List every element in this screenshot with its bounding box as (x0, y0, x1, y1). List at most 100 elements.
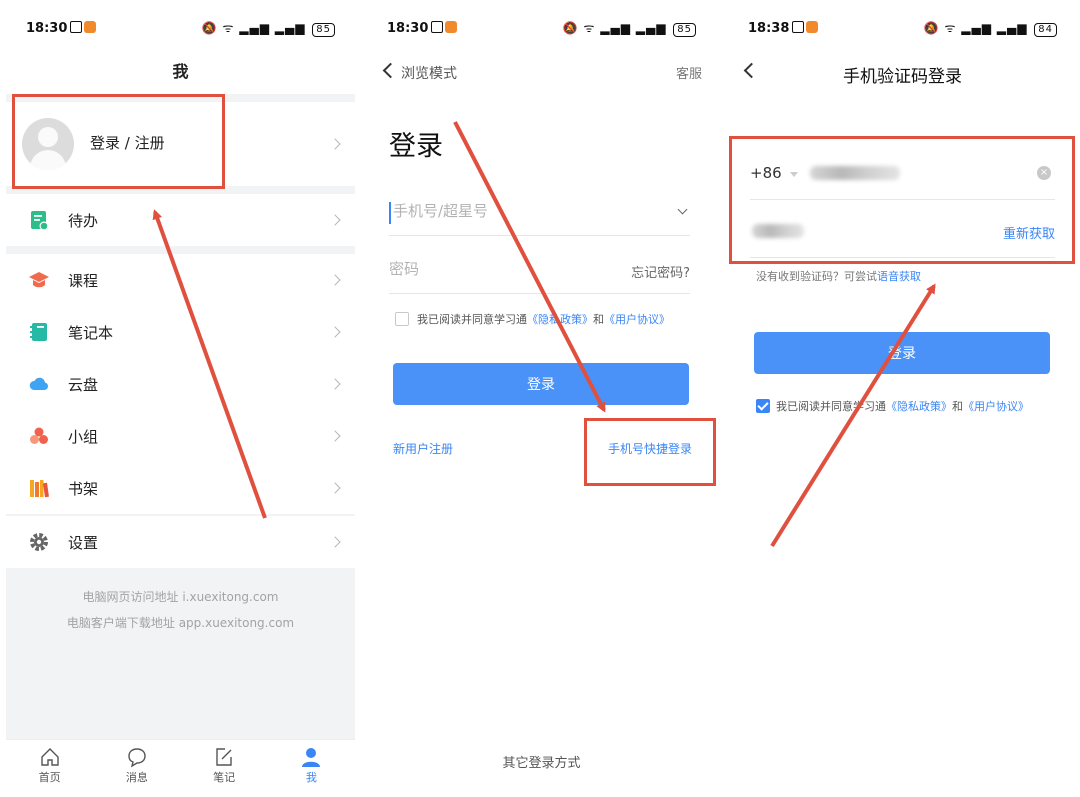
and-text: 和 (952, 400, 963, 413)
menu-label: 云盘 (68, 375, 99, 394)
menu-item-settings[interactable]: 设置 (6, 516, 355, 568)
status-icons: 🔕 ᯤ ▂▄▆ ▂▄▆ 85 (202, 19, 335, 37)
chevron-right-icon (329, 138, 341, 150)
status-bar: 18:30 🔕 ᯤ ▂▄▆ ▂▄▆ 85 (367, 6, 716, 50)
notebook-icon (30, 323, 47, 341)
phone-input[interactable] (393, 202, 613, 220)
voice-code-link[interactable]: 语音获取 (877, 270, 921, 283)
chevron-down-icon[interactable] (677, 204, 688, 215)
menu-item-notebook[interactable]: 笔记本 (6, 306, 355, 358)
other-login-methods[interactable]: 其它登录方式 (367, 752, 716, 771)
battery-icon: 85 (312, 23, 335, 37)
back-arrow-icon[interactable] (382, 62, 399, 79)
agreement-row: 我已阅读并同意学习通 《隐私政策》 和 《用户协议》 (395, 311, 670, 327)
browse-mode-link[interactable]: 浏览模式 (401, 63, 457, 83)
agreement-text: 我已阅读并同意学习通 (417, 313, 527, 326)
message-icon (128, 748, 146, 768)
cloud-icon (29, 377, 48, 390)
home-icon (40, 748, 59, 766)
todo-icon (31, 211, 49, 231)
password-login-screen: 18:30 🔕 ᯤ ▂▄▆ ▂▄▆ 85 浏览模式 客服 登录 忘记密码? 我已… (367, 6, 716, 791)
profile-icon (302, 748, 321, 767)
tab-messages[interactable]: 消息 (93, 740, 180, 791)
highlight-login-register (12, 94, 225, 189)
web-address-text: 电脑网页访问地址 i.xuexitong.com (82, 590, 279, 604)
menu-label: 笔记本 (68, 323, 114, 342)
notification-app-icon (84, 20, 97, 33)
chevron-right-icon (329, 536, 341, 548)
tab-notes[interactable]: 笔记 (181, 740, 268, 791)
graduation-cap-icon (29, 272, 49, 288)
chevron-right-icon (329, 378, 341, 390)
tab-home[interactable]: 首页 (6, 740, 93, 791)
user-agreement-link[interactable]: 《用户协议》 (604, 311, 670, 327)
login-button[interactable]: 登录 (393, 363, 689, 405)
menu-item-group[interactable]: 小组 (6, 410, 355, 462)
agreement-checkbox[interactable] (395, 312, 409, 326)
menu-group-todo: 待办 (6, 194, 355, 246)
sms-login-screen: 18:38 🔕 ᯤ ▂▄▆ ▂▄▆ 84 手机验证码登录 +86 × 重新获取 … (728, 6, 1077, 791)
tab-label: 我 (305, 771, 317, 784)
nav-bar: 手机验证码登录 (728, 50, 1077, 94)
n-app-icon (792, 20, 805, 33)
agreement-checkbox-checked[interactable] (756, 399, 770, 413)
phone-field (389, 192, 690, 236)
battery-icon: 84 (1034, 23, 1057, 37)
hint-text: 没有收到验证码？可尝试 (756, 270, 877, 283)
notification-app-icon (445, 20, 458, 33)
menu-item-cloud[interactable]: 云盘 (6, 358, 355, 410)
agreement-row: 我已阅读并同意学习通 《隐私政策》 和 《用户协议》 (756, 398, 1029, 414)
text-cursor (389, 202, 391, 224)
status-bar: 18:38 🔕 ᯤ ▂▄▆ ▂▄▆ 84 (728, 6, 1077, 50)
menu-group-main: 课程 笔记本 云盘 小组 书架 (6, 254, 355, 514)
n-app-icon (70, 20, 83, 33)
agreement-text: 我已阅读并同意学习通 (776, 400, 886, 413)
status-time: 18:30 (26, 20, 68, 36)
menu-item-bookshelf[interactable]: 书架 (6, 462, 355, 514)
password-input[interactable] (389, 260, 609, 278)
highlight-quick-login (584, 418, 716, 486)
menu-group-settings: 设置 (6, 516, 355, 568)
menu-label: 课程 (68, 271, 99, 290)
customer-service-link[interactable]: 客服 (676, 63, 702, 82)
login-button[interactable]: 登录 (754, 332, 1050, 374)
footer-links: 电脑网页访问地址 i.xuexitong.com 电脑客户端下载地址 app.x… (6, 584, 355, 636)
status-icons: 🔕 ᯤ ▂▄▆ ▂▄▆ 84 (924, 19, 1057, 37)
chevron-right-icon (329, 482, 341, 494)
client-download-text: 电脑客户端下载地址 app.xuexitong.com (66, 616, 295, 630)
tab-label: 首页 (38, 771, 61, 784)
chevron-right-icon (329, 214, 341, 226)
menu-item-course[interactable]: 课程 (6, 254, 355, 306)
battery-icon: 85 (673, 23, 696, 37)
chevron-right-icon (329, 274, 341, 286)
password-field: 忘记密码? (389, 250, 690, 294)
notification-app-icon (806, 20, 819, 33)
privacy-policy-link[interactable]: 《隐私政策》 (886, 398, 952, 414)
highlight-phone-code-fields (729, 136, 1075, 264)
tab-label: 消息 (125, 771, 148, 784)
menu-label: 待办 (68, 211, 99, 230)
bookshelf-icon (30, 480, 49, 498)
register-link[interactable]: 新用户注册 (393, 440, 453, 457)
note-edit-icon (216, 748, 232, 766)
bottom-tab-bar: 首页 消息 笔记 我 (6, 739, 355, 791)
gear-icon (30, 533, 48, 551)
menu-label: 书架 (68, 479, 99, 498)
menu-item-todo[interactable]: 待办 (6, 194, 355, 246)
login-heading: 登录 (389, 131, 443, 162)
menu-label: 设置 (68, 533, 99, 552)
and-text: 和 (593, 313, 604, 326)
n-app-icon (431, 20, 444, 33)
tab-me[interactable]: 我 (268, 740, 355, 791)
status-time: 18:38 (748, 20, 790, 36)
status-bar: 18:30 🔕 ᯤ ▂▄▆ ▂▄▆ 85 (6, 6, 355, 50)
chevron-right-icon (329, 326, 341, 338)
user-agreement-link[interactable]: 《用户协议》 (963, 398, 1029, 414)
privacy-policy-link[interactable]: 《隐私政策》 (527, 311, 593, 327)
voice-code-hint: 没有收到验证码？可尝试语音获取 (756, 268, 921, 284)
group-icon (30, 427, 48, 444)
forgot-password-link[interactable]: 忘记密码? (631, 262, 690, 281)
page-title: 手机验证码登录 (843, 67, 962, 87)
tab-label: 笔记 (213, 771, 236, 784)
menu-label: 小组 (68, 427, 99, 446)
